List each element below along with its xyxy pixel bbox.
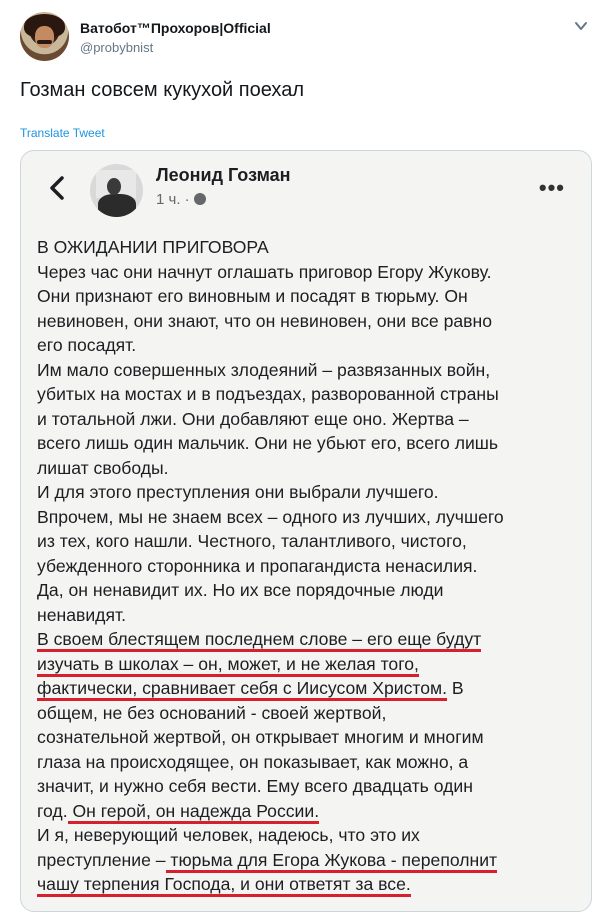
author-handle[interactable]: @probybnist xyxy=(80,40,153,55)
post-line: изучать в школах – он, может, и не желая… xyxy=(37,652,582,677)
author-avatar[interactable] xyxy=(20,12,69,61)
highlighted-text: чашу терпения Господа, и они ответят за … xyxy=(37,874,411,897)
highlighted-text: тюрьма для Егора Жукова - переполнит xyxy=(165,849,498,873)
post-text: всего лишь один мальчик. Они не убьют ег… xyxy=(37,433,499,453)
post-text: из тех, кого нашли. Честного, талантливо… xyxy=(37,531,467,551)
post-line: общем, не без оснований - своей жертвой, xyxy=(37,701,582,726)
embedded-post-card[interactable]: Леонид Гозман 1 ч. · ••• В ОЖИДАНИИ ПРИГ… xyxy=(20,150,592,912)
post-line: И для этого преступления они выбрали луч… xyxy=(37,480,582,505)
post-line: сознательной жертвой, он открывает многи… xyxy=(37,725,582,750)
post-line: Они признают его виновным и посадят в тю… xyxy=(37,284,582,309)
more-options-icon: ••• xyxy=(538,175,565,200)
post-text: ненавидят. xyxy=(37,604,126,625)
post-body: В ОЖИДАНИИ ПРИГОВОРА Через час они начнут… xyxy=(37,235,582,897)
post-line: значит, и нужно себя вести. Ему всего дв… xyxy=(37,774,582,799)
post-line: В ОЖИДАНИИ ПРИГОВОРА xyxy=(37,235,582,260)
post-line: невиновен, они знают, что он невиновен, … xyxy=(37,309,582,334)
post-text: В xyxy=(447,678,464,698)
post-text: Да, он ненавидит их. Но их все порядочны… xyxy=(37,580,444,600)
post-line: преступление – тюрьма для Егора Жукова -… xyxy=(37,848,582,873)
post-text: значит, и нужно себя вести. Ему всего дв… xyxy=(37,776,473,796)
post-text: В ОЖИДАНИИ ПРИГОВОРА xyxy=(37,237,269,257)
highlighted-text: В своем блестящем последнем слове – его … xyxy=(37,629,482,652)
post-line: ненавидят. xyxy=(37,603,582,628)
post-line: В своем блестящем последнем слове – его … xyxy=(37,627,582,652)
highlighted-text: изучать в школах – он, может, и не желая… xyxy=(37,653,419,677)
post-line: и тотальной лжи. Они добавляют еще оно. … xyxy=(37,407,582,432)
author-name[interactable]: Ватобот™Прохоров|Official xyxy=(80,20,271,36)
highlighted-text: фактически, сравнивает себя с Иисусом Хр… xyxy=(37,678,448,701)
chevron-left-icon xyxy=(50,176,64,200)
post-text: общем, не без оснований - своей жертвой, xyxy=(37,702,387,723)
tweet-text: Гозман совсем кукухой поехал xyxy=(20,79,304,101)
post-line: И я, неверующий человек, надеюсь, что эт… xyxy=(37,823,582,848)
post-line: Да, он ненавидит их. Но их все порядочны… xyxy=(37,578,582,603)
avatar-face xyxy=(35,26,54,48)
post-line: из тех, кого нашли. Честного, талантливо… xyxy=(37,529,582,554)
post-text: Они признают его виновным и посадят в тю… xyxy=(37,286,468,306)
post-line: убежденного сторонника и пропагандиста н… xyxy=(37,554,582,579)
post-text: И для этого преступления они выбрали луч… xyxy=(37,482,439,502)
post-line: убитых на мостах и в подъездах, разворов… xyxy=(37,382,582,407)
post-text: Впрочем, мы не знаем всех – одного из лу… xyxy=(37,506,504,527)
avatar-mustache xyxy=(37,40,52,44)
post-meta: 1 ч. · xyxy=(156,191,206,208)
post-line: Впрочем, мы не знаем всех – одного из лу… xyxy=(37,505,582,530)
post-text: убежденного сторонника и пропагандиста н… xyxy=(37,555,478,576)
post-text: и тотальной лжи. Они добавляют еще оно. … xyxy=(37,408,469,429)
post-line: год. Он герой, он надежда России. xyxy=(37,799,582,824)
post-text: год. xyxy=(37,800,68,821)
post-author-avatar xyxy=(90,164,143,217)
post-line: всего лишь один мальчик. Они не убьют ег… xyxy=(37,431,582,456)
post-text: лишат свободы. xyxy=(37,457,169,478)
post-text: сознательной жертвой, он открывает многи… xyxy=(37,727,484,747)
post-line: глаза на происходящее, он показывает, ка… xyxy=(37,750,582,775)
post-text: Им мало совершенных злодеяний – развязан… xyxy=(37,359,491,380)
post-line: Им мало совершенных злодеяний – развязан… xyxy=(37,358,582,383)
post-line: фактически, сравнивает себя с Иисусом Хр… xyxy=(37,676,582,701)
post-text: невиновен, они знают, что он невиновен, … xyxy=(37,310,493,331)
post-line: его посадят. xyxy=(37,333,582,358)
avatar-body xyxy=(98,194,136,217)
translate-tweet-link[interactable]: Translate Tweet xyxy=(20,126,105,140)
post-text: его посадят. xyxy=(37,335,137,355)
avatar-head xyxy=(107,178,121,195)
chevron-down-icon[interactable] xyxy=(573,18,589,34)
post-line: лишат свободы. xyxy=(37,456,582,481)
post-line: Через час они начнут оглашать приговор Е… xyxy=(37,260,582,285)
post-text: глаза на происходящее, он показывает, ка… xyxy=(37,751,469,772)
globe-icon xyxy=(193,193,206,205)
post-text: Через час они начнут оглашать приговор Е… xyxy=(37,261,492,282)
post-time: 1 ч. · xyxy=(156,191,190,208)
post-text: преступление – xyxy=(37,849,166,870)
post-text: И я, неверующий человек, надеюсь, что эт… xyxy=(37,825,420,845)
post-author-name: Леонид Гозман xyxy=(156,165,291,185)
post-line: чашу терпения Господа, и они ответят за … xyxy=(37,872,582,897)
highlighted-text: Он герой, он надежда России. xyxy=(67,800,320,824)
post-text: убитых на мостах и в подъездах, разворов… xyxy=(37,384,499,404)
